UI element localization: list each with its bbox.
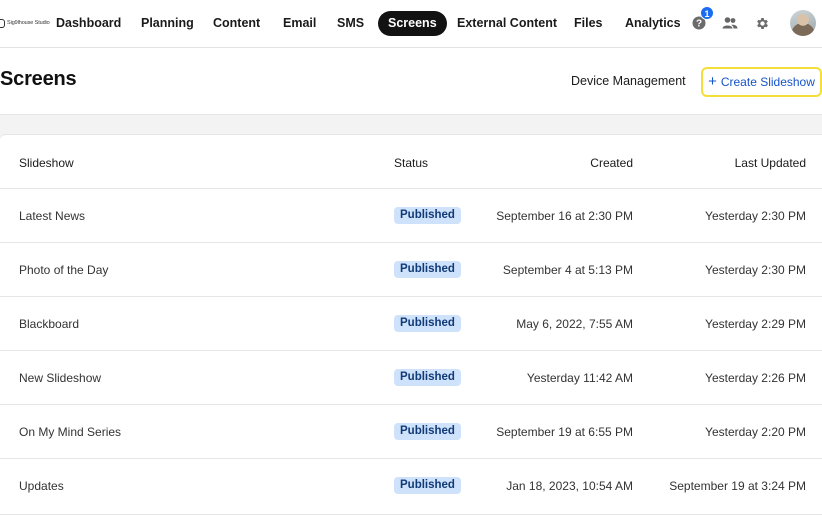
created-date: May 6, 2022, 7:55 AM [516,317,633,331]
column-header-last-updated[interactable]: Last Updated [735,156,806,170]
create-slideshow-button[interactable]: + Create Slideshow [701,67,822,97]
nav-item-content[interactable]: Content [213,11,260,36]
created-date: September 16 at 2:30 PM [496,209,633,223]
nav-item-planning[interactable]: Planning [141,11,194,36]
slideshow-name[interactable]: On My Mind Series [19,425,121,439]
nav-item-sms[interactable]: SMS [337,11,364,36]
brand-logo[interactable]: Sig9lhouse Studio [0,17,50,29]
created-date: Jan 18, 2023, 10:54 AM [506,479,633,493]
slideshow-name[interactable]: New Slideshow [19,371,101,385]
users-icon[interactable] [721,14,739,32]
logo-text: Sig9lhouse Studio [7,20,50,26]
column-header-status[interactable]: Status [394,156,428,170]
table-row[interactable]: Updates Published Jan 18, 2023, 10:54 AM… [0,458,822,512]
notification-badge: 1 [700,6,714,20]
status-badge: Published [394,369,461,386]
table-row[interactable]: Photo of the Day Published September 4 a… [0,242,822,296]
slideshow-name[interactable]: Photo of the Day [19,263,108,277]
page-title: Screens [0,68,77,90]
device-management-button[interactable]: Device Management [571,74,686,88]
status-badge: Published [394,261,461,278]
slideshow-name[interactable]: Blackboard [19,317,79,331]
top-navigation: Sig9lhouse Studio Dashboard Planning Con… [0,0,822,48]
status-badge: Published [394,315,461,332]
column-header-slideshow[interactable]: Slideshow [19,156,74,170]
created-date: Yesterday 11:42 AM [526,371,633,385]
plus-icon: + [708,72,717,90]
created-date: September 4 at 5:13 PM [502,263,633,277]
last-updated-date: September 19 at 3:24 PM [669,479,806,493]
logo-mark-icon [0,18,5,28]
last-updated-date: Yesterday 2:30 PM [705,209,806,223]
status-badge: Published [394,423,461,440]
last-updated-date: Yesterday 2:29 PM [705,317,806,331]
column-header-created[interactable]: Created [590,156,633,170]
created-date: September 19 at 6:55 PM [496,425,633,439]
status-badge: Published [394,477,461,494]
table-row[interactable]: On My Mind Series Published September 19… [0,404,822,458]
last-updated-date: Yesterday 2:30 PM [705,263,806,277]
table-row[interactable]: New Slideshow Published Yesterday 11:42 … [0,350,822,404]
slideshow-name[interactable]: Latest News [19,209,85,223]
create-slideshow-label: Create Slideshow [720,75,815,89]
svg-text:?: ? [696,19,702,30]
last-updated-date: Yesterday 2:26 PM [705,371,806,385]
nav-item-files[interactable]: Files [574,11,603,36]
nav-item-dashboard[interactable]: Dashboard [56,11,121,36]
table-row[interactable]: Blackboard Published May 6, 2022, 7:55 A… [0,296,822,350]
nav-item-analytics[interactable]: Analytics [625,11,681,36]
status-badge: Published [394,207,461,224]
slideshow-table: Slideshow Status Created Last Updated La… [0,134,822,515]
slideshow-name[interactable]: Updates [19,479,64,493]
table-row[interactable]: Latest News Published September 16 at 2:… [0,188,822,242]
nav-item-screens[interactable]: Screens [378,11,447,36]
gear-icon[interactable] [753,14,771,32]
last-updated-date: Yesterday 2:20 PM [705,425,806,439]
nav-item-external-content[interactable]: External Content [457,11,557,36]
nav-item-email[interactable]: Email [283,11,316,36]
user-avatar[interactable] [790,10,816,36]
